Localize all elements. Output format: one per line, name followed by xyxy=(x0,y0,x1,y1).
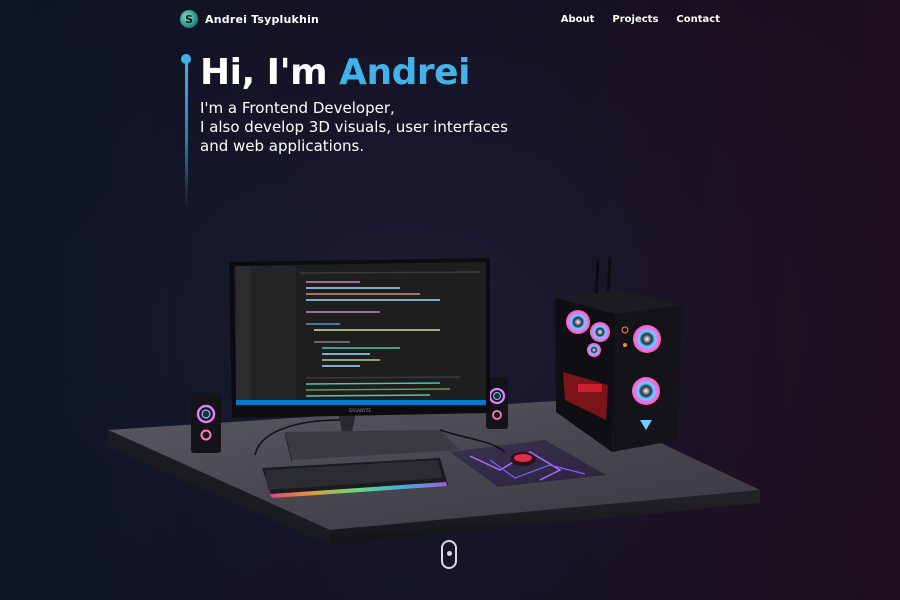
pc-case xyxy=(555,256,682,452)
monitor: GIGABYTE xyxy=(229,258,490,418)
left-speaker xyxy=(191,393,221,453)
mouse-scroll-icon[interactable] xyxy=(441,540,457,569)
desk-setup-scene[interactable]: GIGABYTE xyxy=(0,0,900,600)
mouse xyxy=(510,452,536,466)
front-fan-icon xyxy=(633,325,661,353)
scroll-wheel-dot xyxy=(447,551,452,556)
monitor-brand: GIGABYTE xyxy=(349,408,372,414)
front-fan-icon xyxy=(632,377,660,405)
editor-status-bar xyxy=(236,400,486,405)
